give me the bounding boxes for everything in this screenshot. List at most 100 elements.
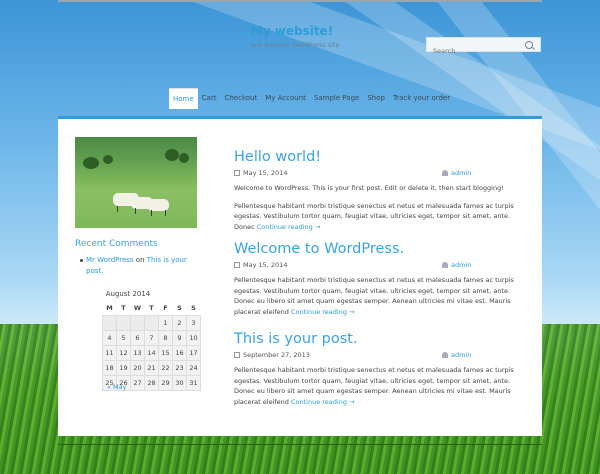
weekday-header: T (121, 304, 126, 312)
recent-comments-title: Recent Comments (75, 239, 158, 249)
calendar-day: 7 (144, 330, 159, 346)
calendar-day: 1 (158, 315, 173, 331)
post-article: Hello world! May 15, 2014 admin Welcome … (234, 149, 522, 232)
calendar-day: 18 (102, 360, 117, 376)
calendar-icon (234, 170, 240, 176)
calendar-icon (234, 262, 240, 268)
post-title[interactable]: This is your post. (234, 331, 522, 347)
continue-reading-link[interactable]: Continue reading → (257, 223, 321, 231)
post-excerpt-text: Pellentesque habitant morbi tristique se… (234, 366, 514, 406)
calendar-day: 27 (130, 375, 145, 391)
continue-reading-link[interactable]: Continue reading → (291, 398, 355, 406)
calendar-day: 2 (172, 315, 187, 331)
nav-item-sample-page[interactable]: Sample Page (310, 88, 363, 108)
calendar-day (116, 315, 131, 331)
calendar-week-row: 11 12 13 14 15 16 17 (102, 345, 201, 361)
nav-item-cart[interactable]: Cart (198, 88, 221, 108)
post-excerpt: Welcome to WordPress. This is your first… (234, 184, 504, 192)
search-icon[interactable] (525, 41, 533, 49)
recent-comment-item: Mr WordPress on This is your post. (80, 255, 198, 277)
user-icon (442, 170, 448, 176)
nav-item-my-account[interactable]: My Account (261, 88, 310, 108)
calendar-day: 15 (158, 345, 173, 361)
post-title[interactable]: Welcome to WordPress. (234, 241, 522, 257)
calendar-day: 3 (186, 315, 201, 331)
calendar-day: 28 (144, 375, 159, 391)
calendar-day: 20 (130, 360, 145, 376)
continue-reading-link[interactable]: Continue reading → (291, 308, 355, 316)
calendar-day: 21 (144, 360, 159, 376)
post-meta: May 15, 2014 admin (234, 261, 522, 271)
post-title[interactable]: Hello world! (234, 149, 522, 165)
post-author[interactable]: admin (442, 169, 471, 177)
calendar-day: 5 (116, 330, 131, 346)
post-article: Welcome to WordPress. May 15, 2014 admin… (234, 241, 522, 317)
calendar-day: 19 (116, 360, 131, 376)
post-author[interactable]: admin (442, 351, 471, 359)
weekday-header: S (191, 304, 196, 312)
calendar-week-row: 1 2 3 (102, 315, 201, 331)
top-border (58, 0, 542, 2)
calendar-table: M T W T F S S 1 2 3 4 5 6 7 8 9 10 11 12… (102, 301, 201, 391)
calendar-day: 13 (130, 345, 145, 361)
post-date-text: May 15, 2014 (243, 169, 288, 177)
content-area: Recent Comments Mr WordPress on This is … (58, 116, 542, 436)
nav-item-shop[interactable]: Shop (363, 88, 389, 108)
site-title[interactable]: My website! (0, 24, 584, 38)
comment-author-link[interactable]: Mr WordPress (86, 256, 134, 264)
calendar-day: 31 (186, 375, 201, 391)
calendar-day: 16 (172, 345, 187, 361)
calendar-day: 30 (172, 375, 187, 391)
post-author[interactable]: admin (442, 261, 471, 269)
footer-divider (58, 444, 542, 445)
calendar-day: 17 (186, 345, 201, 361)
nav-item-track-order[interactable]: Track your order (389, 88, 454, 108)
post-date[interactable]: September 27, 2013 (234, 351, 310, 359)
search-box (426, 37, 541, 58)
calendar-day (102, 315, 117, 331)
calendar-day: 10 (186, 330, 201, 346)
calendar-week-row: 18 19 20 21 22 23 24 (102, 360, 201, 376)
user-icon (442, 262, 448, 268)
weekday-header: F (163, 304, 168, 312)
post-meta: May 15, 2014 admin (234, 169, 522, 179)
weekday-header: W (133, 304, 142, 312)
search-input[interactable] (427, 44, 525, 58)
calendar-day: 29 (158, 375, 173, 391)
post-date-text: May 15, 2014 (243, 261, 288, 269)
post-meta: September 27, 2013 admin (234, 351, 522, 361)
post-author-text: admin (451, 261, 472, 269)
user-icon (442, 352, 448, 358)
calendar-day (144, 315, 159, 331)
weekday-header: S (177, 304, 182, 312)
bullet-icon (80, 259, 83, 262)
calendar-caption: August 2014 (105, 290, 151, 298)
calendar-day (130, 315, 145, 331)
calendar-weekday-row: M T W T F S S (103, 301, 201, 316)
nav-item-checkout[interactable]: Checkout (220, 88, 261, 108)
calendar-day: 24 (186, 360, 201, 376)
calendar-icon (234, 352, 240, 358)
post-date[interactable]: May 15, 2014 (234, 169, 287, 177)
sidebar-sheep-image (75, 137, 197, 228)
calendar-day: 6 (130, 330, 145, 346)
post-excerpt: Pellentesque habitant morbi tristique se… (234, 275, 522, 317)
nav-item-home[interactable]: Home (169, 88, 198, 109)
calendar-day: 14 (144, 345, 159, 361)
calendar-day: 12 (116, 345, 131, 361)
weekday-header: M (106, 304, 113, 312)
post-date[interactable]: May 15, 2014 (234, 261, 287, 269)
main-navigation: Home Cart Checkout My Account Sample Pag… (169, 88, 454, 109)
post-author-text: admin (451, 169, 472, 177)
calendar-day: 9 (172, 330, 187, 346)
calendar-prev-link[interactable]: « May (107, 383, 126, 391)
post-excerpt: Pellentesque habitant morbi tristique se… (234, 201, 522, 233)
calendar-day: 22 (158, 360, 173, 376)
calendar-day: 4 (102, 330, 117, 346)
comment-on-text: on (135, 256, 145, 264)
post-article: This is your post. September 27, 2013 ad… (234, 331, 522, 407)
post-author-text: admin (451, 351, 472, 359)
calendar-day: 8 (158, 330, 173, 346)
post-excerpt-text: Pellentesque habitant morbi tristique se… (234, 276, 514, 316)
post-date-text: September 27, 2013 (243, 351, 310, 359)
